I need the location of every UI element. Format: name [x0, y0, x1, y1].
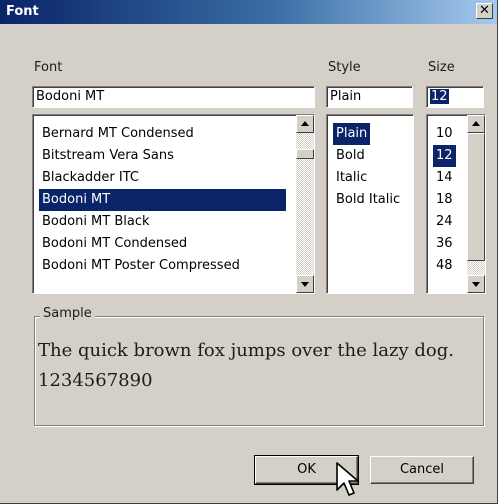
font-list-scroll-thumb[interactable]	[296, 149, 314, 159]
font-list-item[interactable]: Bodoni MT Poster Compressed	[39, 255, 286, 277]
close-button[interactable]: ✕	[476, 3, 493, 19]
font-list-item[interactable]: Bernard MT Condensed	[39, 123, 286, 145]
size-list-item[interactable]: 18	[433, 189, 456, 211]
size-label: Size	[428, 60, 455, 75]
font-name-field[interactable]: Bodoni MT	[32, 86, 315, 108]
size-list-item[interactable]: 24	[433, 211, 456, 233]
style-list-item[interactable]: Italic	[333, 167, 370, 189]
font-list[interactable]: Bernard MT Condensed Bitstream Vera Sans B…	[32, 114, 315, 294]
scroll-down-arrow-icon	[472, 282, 480, 287]
font-dialog: Font ✕ Font Style Size Bodoni MT Plain 1…	[0, 0, 498, 504]
close-icon: ✕	[479, 3, 490, 18]
scroll-down-arrow-icon	[301, 282, 309, 287]
style-list-item[interactable]: Bold	[333, 145, 368, 167]
font-list-scroll-up-button[interactable]	[296, 115, 314, 133]
size-list-item[interactable]: 36	[433, 233, 456, 255]
size-list-item[interactable]: 12	[433, 145, 456, 167]
size-field[interactable]: 12	[426, 86, 484, 108]
font-label: Font	[34, 60, 63, 75]
size-field-value: 12	[430, 89, 449, 104]
size-list-scrollbar[interactable]	[467, 115, 485, 293]
window-title: Font	[6, 4, 39, 19]
scroll-up-arrow-icon	[301, 121, 309, 126]
font-list-item[interactable]: Bodoni MT Condensed	[39, 233, 286, 255]
style-list-item[interactable]: Plain	[333, 123, 371, 145]
size-list-scroll-up-button[interactable]	[467, 115, 485, 133]
size-list-scroll-thumb[interactable]	[467, 133, 485, 261]
style-field[interactable]: Plain	[326, 86, 413, 108]
font-list-scroll-down-button[interactable]	[296, 275, 314, 293]
font-list-item[interactable]: Bodoni MT	[39, 189, 286, 211]
style-list-item[interactable]: Bold Italic	[333, 189, 403, 211]
title-bar: Font	[0, 0, 497, 24]
font-list-item[interactable]: Bitstream Vera Sans	[39, 145, 286, 167]
size-list-item[interactable]: 14	[433, 167, 456, 189]
sample-preview-text: The quick brown fox jumps over the lazy …	[38, 340, 454, 391]
font-list-scrollbar[interactable]	[296, 115, 314, 293]
style-list[interactable]: Plain Bold Italic Bold Italic	[326, 114, 414, 294]
font-list-item[interactable]: Bodoni MT Black	[39, 211, 286, 233]
scroll-up-arrow-icon	[472, 121, 480, 126]
cancel-button[interactable]: Cancel	[370, 456, 474, 484]
size-list-item[interactable]: 10	[433, 123, 456, 145]
size-list-scroll-down-button[interactable]	[467, 275, 485, 293]
sample-label: Sample	[40, 306, 95, 321]
mouse-pointer-icon	[336, 462, 359, 496]
style-label: Style	[328, 60, 361, 75]
size-list[interactable]: 10 12 14 18 24 36 48	[426, 114, 486, 294]
font-list-item[interactable]: Blackadder ITC	[39, 167, 286, 189]
size-list-item[interactable]: 48	[433, 255, 456, 277]
